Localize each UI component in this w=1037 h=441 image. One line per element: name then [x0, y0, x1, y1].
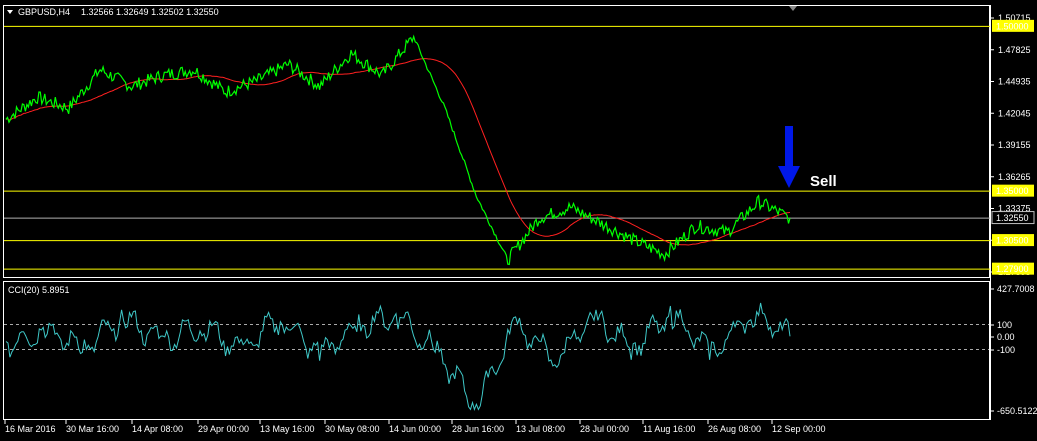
time-tick-label: 11 Aug 16:00	[643, 424, 695, 434]
level-price-label: 1.27900	[996, 264, 1029, 274]
time-tick-label: 28 Jun 16:00	[452, 424, 504, 434]
time-tick-label: 13 May 16:00	[260, 424, 315, 434]
time-tick-label: 13 Jul 08:00	[516, 424, 565, 434]
cci-tick-label: 100	[997, 320, 1012, 330]
trading-chart[interactable]: GBPUSD,H4 1.32566 1.32649 1.32502 1.3255…	[0, 0, 1037, 441]
time-tick-label: 14 Apr 08:00	[132, 424, 183, 434]
symbol-label: GBPUSD,H4	[18, 7, 70, 17]
cci-tick-label: 427.7008	[997, 284, 1035, 294]
price-tick-label: 1.44935	[998, 77, 1031, 87]
time-tick-label: 28 Jul 00:00	[580, 424, 629, 434]
cci-label: CCI(20) 5.8951	[8, 285, 70, 295]
cci-tick-label: -650.5122	[997, 406, 1037, 416]
time-tick-label: 26 Aug 08:00	[708, 424, 761, 434]
time-tick-label: 16 Mar 2016	[5, 424, 56, 434]
price-tick-label: 1.47825	[998, 45, 1031, 55]
level-price-label: 1.30500	[996, 236, 1029, 246]
time-tick-label: 12 Sep 00:00	[772, 424, 826, 434]
time-tick-label: 30 May 08:00	[325, 424, 380, 434]
price-tick-label: 1.39155	[998, 140, 1031, 150]
level-price-label: 1.35000	[996, 186, 1029, 196]
level-price-label: 1.50000	[996, 21, 1029, 31]
cci-tick-label: 0.00	[997, 332, 1015, 342]
time-tick-label: 30 Mar 16:00	[66, 424, 119, 434]
time-tick-label: 29 Apr 00:00	[198, 424, 249, 434]
time-tick-label: 14 Jun 00:00	[389, 424, 441, 434]
sell-label: Sell	[810, 173, 837, 190]
price-tick-label: 1.36265	[998, 172, 1031, 182]
price-tick-label: 1.42045	[998, 108, 1031, 118]
cci-tick-label: -100	[997, 345, 1015, 355]
current-price-label: 1.32550	[996, 213, 1029, 223]
ohlc-values: 1.32566 1.32649 1.32502 1.32550	[81, 7, 219, 17]
